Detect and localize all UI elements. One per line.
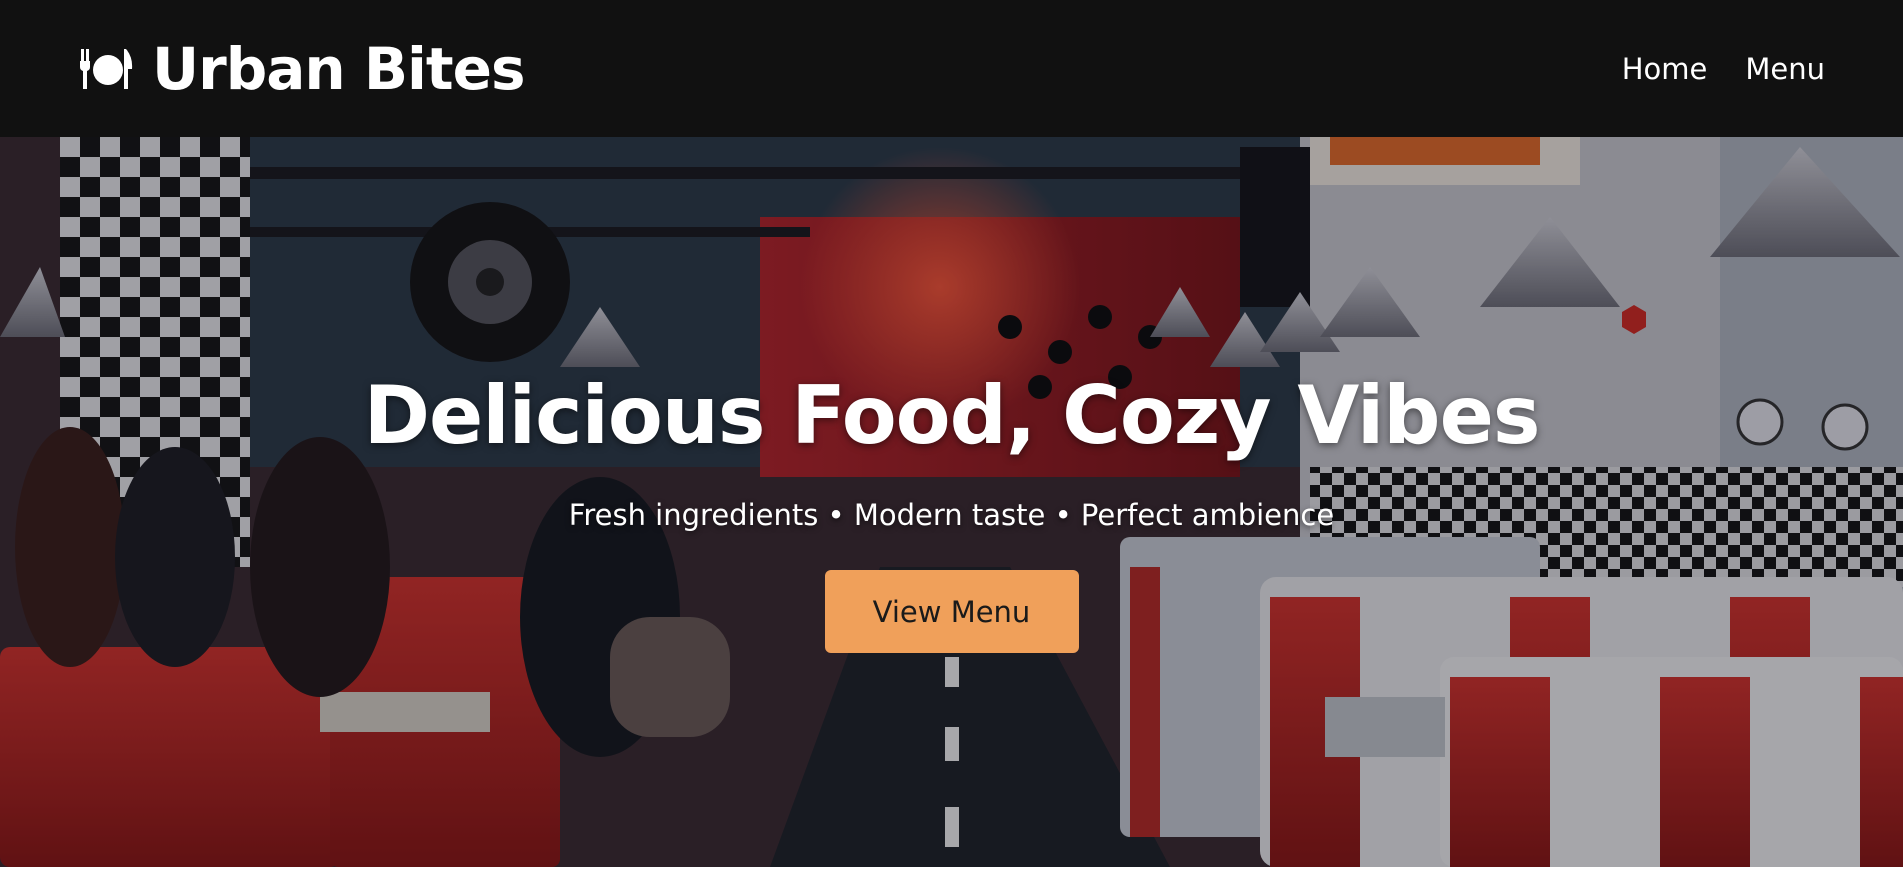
hero-content: Delicious Food, Cozy Vibes Fresh ingredi… (0, 137, 1903, 867)
hero-subtitle: Fresh ingredients • Modern taste • Perfe… (568, 498, 1335, 532)
nav-link-menu[interactable]: Menu (1745, 52, 1825, 86)
view-menu-button[interactable]: View Menu (824, 570, 1079, 653)
hero-title: Delicious Food, Cozy Vibes (363, 369, 1541, 462)
plate-cutlery-icon (80, 48, 133, 89)
brand[interactable]: Urban Bites (78, 34, 526, 103)
brand-name: Urban Bites (152, 34, 526, 103)
nav-links: Home Menu (1622, 52, 1825, 86)
nav-link-home[interactable]: Home (1622, 52, 1708, 86)
hero-section: Delicious Food, Cozy Vibes Fresh ingredi… (0, 137, 1903, 867)
navbar: Urban Bites Home Menu (0, 0, 1903, 137)
page-below-hero (0, 867, 1903, 894)
